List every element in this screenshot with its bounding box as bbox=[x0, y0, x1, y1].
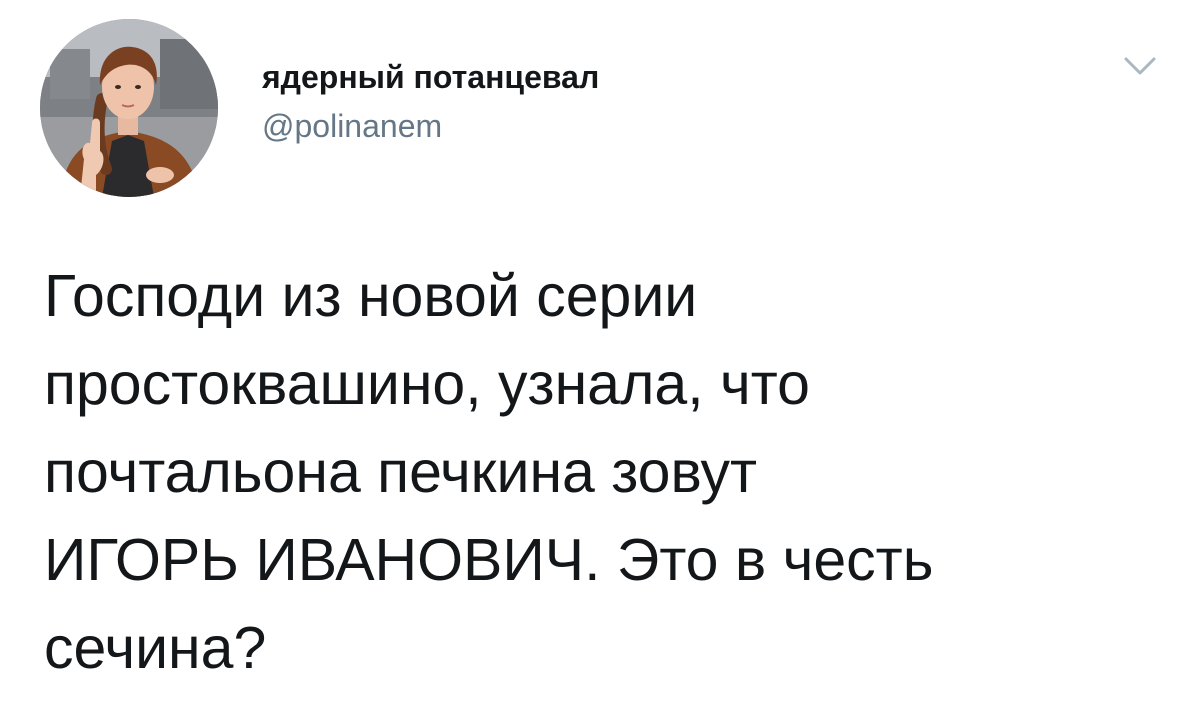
avatar[interactable] bbox=[40, 19, 218, 197]
author-display-name[interactable]: ядерный потанцевал bbox=[262, 58, 599, 96]
chevron-down-icon[interactable] bbox=[1122, 54, 1158, 78]
tweet-card: ядерный потанцевал @polinanem Господи из… bbox=[0, 0, 1200, 724]
avatar-photo bbox=[40, 19, 218, 197]
tweet-text: Господи из новой серии простоквашино, уз… bbox=[44, 263, 934, 681]
author-block: ядерный потанцевал @polinanem bbox=[262, 58, 599, 145]
author-handle[interactable]: @polinanem bbox=[262, 107, 599, 145]
